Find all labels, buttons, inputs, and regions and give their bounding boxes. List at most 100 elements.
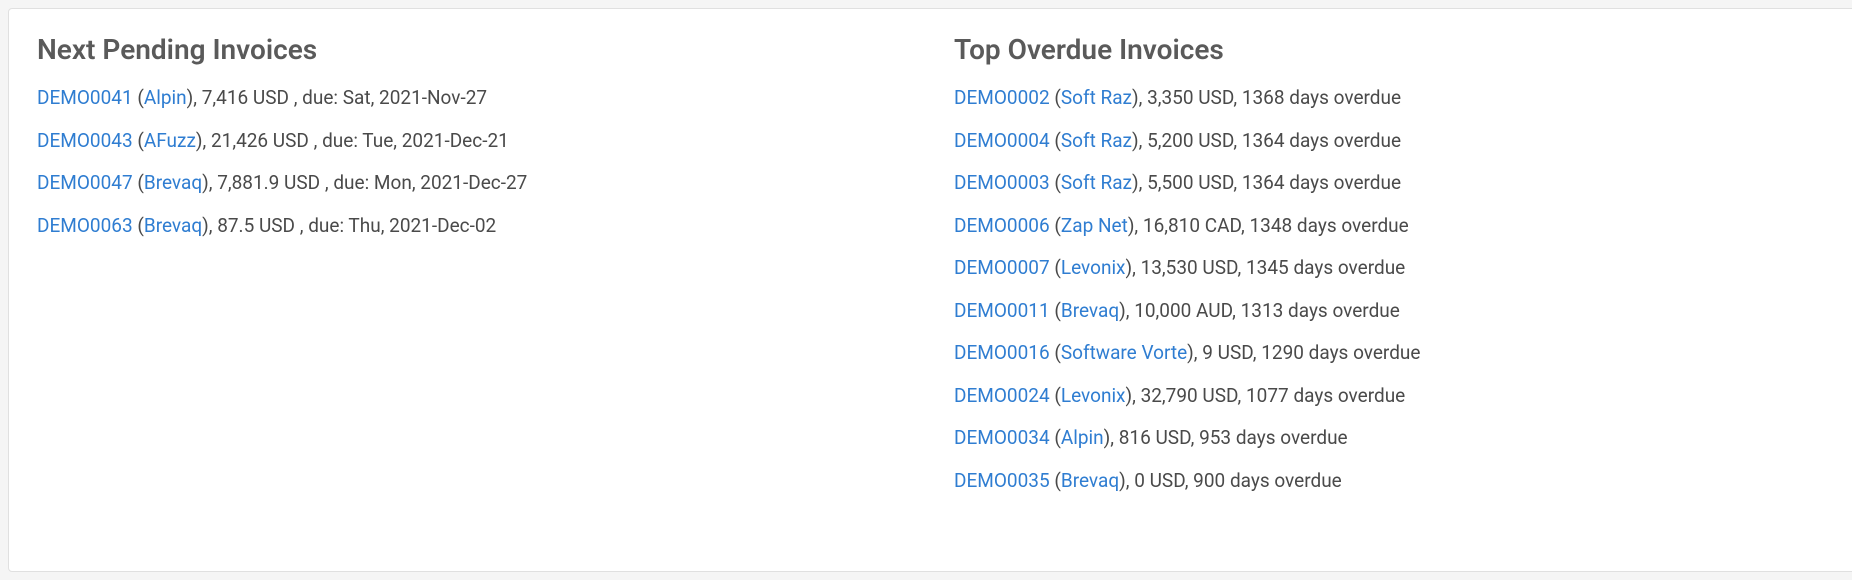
- open-paren: (: [1050, 171, 1061, 194]
- customer-link[interactable]: Software Vorte: [1061, 341, 1187, 364]
- invoice-link[interactable]: DEMO0002: [954, 86, 1050, 109]
- due-prefix: due:: [322, 129, 358, 152]
- invoice-due-date: Tue, 2021-Dec-21: [362, 129, 509, 152]
- invoice-link[interactable]: DEMO0003: [954, 171, 1050, 194]
- invoice-due-date: Thu, 2021-Dec-02: [348, 214, 496, 237]
- overdue-days: 900: [1193, 469, 1225, 492]
- close-paren: ),: [1132, 86, 1147, 109]
- overdue-days: 1348: [1249, 214, 1292, 237]
- close-paren: ),: [1187, 341, 1202, 364]
- invoice-link[interactable]: DEMO0007: [954, 256, 1050, 279]
- customer-link[interactable]: Soft Raz: [1061, 171, 1132, 194]
- separator: ,: [309, 129, 322, 152]
- open-paren: (: [133, 129, 144, 152]
- open-paren: (: [1050, 129, 1061, 152]
- pending-invoice-row: DEMO0047 (Brevaq), 7,881.9 USD , due: Mo…: [37, 169, 914, 198]
- invoice-link[interactable]: DEMO0043: [37, 129, 133, 152]
- customer-link[interactable]: Brevaq: [144, 171, 202, 194]
- customer-link[interactable]: Alpin: [1061, 426, 1104, 449]
- invoice-link[interactable]: DEMO0016: [954, 341, 1050, 364]
- customer-link[interactable]: Levonix: [1061, 384, 1126, 407]
- overdue-suffix: days overdue: [1293, 384, 1405, 407]
- invoice-link[interactable]: DEMO0041: [37, 86, 133, 109]
- invoice-link[interactable]: DEMO0006: [954, 214, 1050, 237]
- separator: ,: [295, 214, 308, 237]
- invoice-amount: 0 USD: [1134, 469, 1185, 492]
- customer-link[interactable]: Zap Net: [1061, 214, 1128, 237]
- invoice-link[interactable]: DEMO0035: [954, 469, 1050, 492]
- close-paren: ),: [1132, 171, 1147, 194]
- invoice-amount: 32,790 USD: [1141, 384, 1238, 407]
- overdue-suffix: days overdue: [1288, 299, 1400, 322]
- open-paren: (: [1050, 469, 1061, 492]
- customer-link[interactable]: Alpin: [144, 86, 187, 109]
- open-paren: (: [133, 214, 144, 237]
- pending-invoice-row: DEMO0041 (Alpin), 7,416 USD , due: Sat, …: [37, 84, 914, 113]
- invoice-link[interactable]: DEMO0063: [37, 214, 133, 237]
- close-paren: ),: [1104, 426, 1119, 449]
- invoice-amount: 9 USD: [1202, 341, 1253, 364]
- overdue-days: 953: [1199, 426, 1231, 449]
- overdue-invoices-list: DEMO0002 (Soft Raz), 3,350 USD, 1368 day…: [954, 84, 1831, 495]
- separator: ,: [1253, 341, 1261, 364]
- customer-link[interactable]: Soft Raz: [1061, 129, 1132, 152]
- overdue-invoice-row: DEMO0003 (Soft Raz), 5,500 USD, 1364 day…: [954, 169, 1831, 198]
- overdue-suffix: days overdue: [1236, 426, 1348, 449]
- open-paren: (: [1050, 426, 1061, 449]
- invoice-amount: 5,500 USD: [1147, 171, 1233, 194]
- overdue-invoice-row: DEMO0035 (Brevaq), 0 USD, 900 days overd…: [954, 467, 1831, 496]
- overdue-suffix: days overdue: [1309, 341, 1421, 364]
- invoice-amount: 16,810 CAD: [1143, 214, 1241, 237]
- pending-invoices-title: Next Pending Invoices: [37, 33, 914, 66]
- due-prefix: due:: [302, 86, 338, 109]
- invoice-amount: 21,426 USD: [211, 129, 309, 152]
- invoice-due-date: Sat, 2021-Nov-27: [343, 86, 487, 109]
- open-paren: (: [1050, 86, 1061, 109]
- pending-invoices-column: Next Pending Invoices DEMO0041 (Alpin), …: [37, 33, 914, 547]
- customer-link[interactable]: AFuzz: [144, 129, 196, 152]
- invoice-link[interactable]: DEMO0034: [954, 426, 1050, 449]
- overdue-invoice-row: DEMO0006 (Zap Net), 16,810 CAD, 1348 day…: [954, 212, 1831, 241]
- overdue-suffix: days overdue: [1293, 256, 1405, 279]
- separator: ,: [1185, 469, 1193, 492]
- invoice-amount: 816 USD: [1119, 426, 1191, 449]
- overdue-invoice-row: DEMO0007 (Levonix), 13,530 USD, 1345 day…: [954, 254, 1831, 283]
- invoice-amount: 7,881.9 USD: [217, 171, 320, 194]
- customer-link[interactable]: Levonix: [1061, 256, 1126, 279]
- overdue-invoice-row: DEMO0004 (Soft Raz), 5,200 USD, 1364 day…: [954, 127, 1831, 156]
- overdue-days: 1364: [1242, 171, 1285, 194]
- separator: ,: [289, 86, 302, 109]
- invoice-link[interactable]: DEMO0024: [954, 384, 1050, 407]
- open-paren: (: [1050, 256, 1061, 279]
- overdue-invoice-row: DEMO0024 (Levonix), 32,790 USD, 1077 day…: [954, 382, 1831, 411]
- close-paren: ),: [1126, 384, 1141, 407]
- separator: ,: [1238, 384, 1246, 407]
- separator: ,: [320, 171, 333, 194]
- close-paren: ),: [1128, 214, 1143, 237]
- invoice-amount: 13,530 USD: [1141, 256, 1238, 279]
- overdue-invoice-row: DEMO0016 (Software Vorte), 9 USD, 1290 d…: [954, 339, 1831, 368]
- overdue-suffix: days overdue: [1297, 214, 1409, 237]
- close-paren: ),: [187, 86, 202, 109]
- invoice-link[interactable]: DEMO0011: [954, 299, 1050, 322]
- pending-invoice-row: DEMO0043 (AFuzz), 21,426 USD , due: Tue,…: [37, 127, 914, 156]
- customer-link[interactable]: Soft Raz: [1061, 86, 1132, 109]
- invoice-amount: 87.5 USD: [217, 214, 295, 237]
- overdue-days: 1364: [1242, 129, 1285, 152]
- overdue-invoice-row: DEMO0002 (Soft Raz), 3,350 USD, 1368 day…: [954, 84, 1831, 113]
- customer-link[interactable]: Brevaq: [144, 214, 202, 237]
- invoice-link[interactable]: DEMO0047: [37, 171, 133, 194]
- pending-invoices-list: DEMO0041 (Alpin), 7,416 USD , due: Sat, …: [37, 84, 914, 240]
- invoice-amount: 3,350 USD: [1147, 86, 1233, 109]
- overdue-invoices-title: Top Overdue Invoices: [954, 33, 1831, 66]
- customer-link[interactable]: Brevaq: [1061, 299, 1119, 322]
- overdue-invoice-row: DEMO0011 (Brevaq), 10,000 AUD, 1313 days…: [954, 297, 1831, 326]
- due-prefix: due:: [308, 214, 344, 237]
- close-paren: ),: [1119, 299, 1134, 322]
- overdue-invoice-row: DEMO0034 (Alpin), 816 USD, 953 days over…: [954, 424, 1831, 453]
- separator: ,: [1232, 299, 1240, 322]
- customer-link[interactable]: Brevaq: [1061, 469, 1119, 492]
- overdue-suffix: days overdue: [1230, 469, 1342, 492]
- invoice-link[interactable]: DEMO0004: [954, 129, 1050, 152]
- overdue-days: 1077: [1246, 384, 1289, 407]
